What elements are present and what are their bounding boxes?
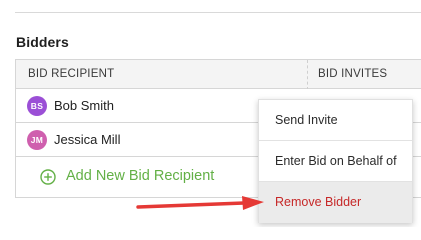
table-header: BID RECIPIENT BID INVITES bbox=[15, 59, 421, 90]
column-header-bid-recipient[interactable]: BID RECIPIENT bbox=[28, 68, 114, 80]
bidder-context-menu: Send Invite Enter Bid on Behalf of Remov… bbox=[258, 99, 413, 223]
top-divider bbox=[15, 12, 421, 13]
bid-recipient-name: Bob Smith bbox=[54, 98, 114, 113]
add-new-bid-recipient-label: Add New Bid Recipient bbox=[66, 168, 215, 184]
menu-item-remove-bidder[interactable]: Remove Bidder bbox=[259, 181, 412, 223]
section-title: Bidders bbox=[16, 34, 69, 50]
plus-circle-icon bbox=[40, 169, 56, 185]
menu-item-enter-bid-on-behalf[interactable]: Enter Bid on Behalf of bbox=[259, 140, 412, 181]
bidders-page: Bidders BID RECIPIENT BID INVITES BS Bob… bbox=[0, 0, 421, 227]
bid-recipient-name: Jessica Mill bbox=[54, 132, 121, 147]
column-header-bid-invites[interactable]: BID INVITES bbox=[318, 68, 387, 80]
avatar: JM bbox=[27, 130, 47, 150]
column-divider bbox=[307, 60, 308, 90]
menu-item-label: Enter Bid on Behalf of bbox=[275, 154, 397, 168]
red-arrow-icon bbox=[136, 196, 264, 210]
menu-item-label: Remove Bidder bbox=[275, 195, 362, 209]
avatar: BS bbox=[27, 96, 47, 116]
menu-item-label: Send Invite bbox=[275, 113, 338, 127]
menu-item-send-invite[interactable]: Send Invite bbox=[259, 100, 412, 140]
